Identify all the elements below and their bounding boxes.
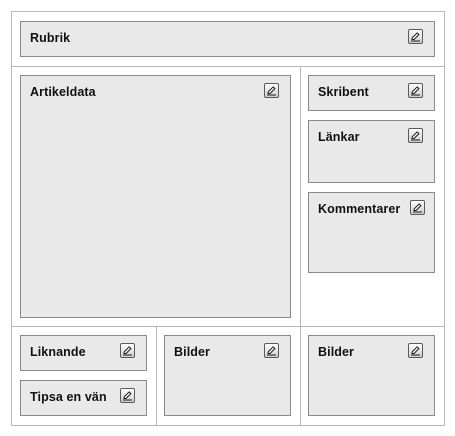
pencil-edit-icon[interactable] xyxy=(264,83,279,98)
pencil-edit-icon[interactable] xyxy=(410,200,425,215)
block-rubrik[interactable]: Rubrik xyxy=(20,21,435,57)
block-tipsa-en-van[interactable]: Tipsa en vän xyxy=(20,380,147,416)
pencil-edit-icon[interactable] xyxy=(120,388,135,403)
block-bilder[interactable]: Bilder xyxy=(164,335,291,416)
pencil-edit-icon[interactable] xyxy=(408,83,423,98)
pencil-edit-icon[interactable] xyxy=(408,128,423,143)
block-label: Skribent xyxy=(318,85,369,99)
pencil-edit-icon[interactable] xyxy=(408,29,423,44)
pencil-edit-icon[interactable] xyxy=(264,343,279,358)
block-lankar[interactable]: Länkar xyxy=(308,120,435,183)
block-label: Bilder xyxy=(318,345,355,359)
block-bilder[interactable]: Bilder xyxy=(308,335,435,416)
block-kommentarer[interactable]: Kommentarer xyxy=(308,192,435,273)
block-skribent[interactable]: Skribent xyxy=(308,75,435,111)
pencil-edit-icon[interactable] xyxy=(120,343,135,358)
block-label: Tipsa en vän xyxy=(30,390,107,404)
layout-editor: Rubrik Artikeldata Skribent Länkar Komme… xyxy=(0,0,455,436)
block-artikeldata[interactable]: Artikeldata xyxy=(20,75,291,318)
block-label: Artikeldata xyxy=(30,85,96,99)
block-label: Rubrik xyxy=(30,31,71,45)
pencil-edit-icon[interactable] xyxy=(408,343,423,358)
block-label: Liknande xyxy=(30,345,86,359)
block-label: Bilder xyxy=(174,345,211,359)
block-liknande[interactable]: Liknande xyxy=(20,335,147,371)
block-label: Länkar xyxy=(318,130,360,144)
block-label: Kommentarer xyxy=(318,202,401,216)
